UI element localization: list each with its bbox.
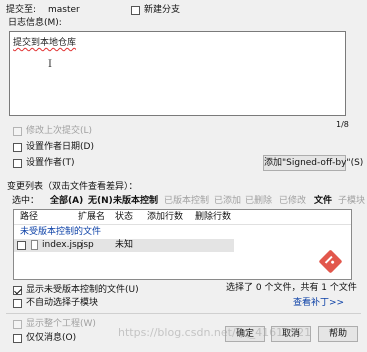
file-list[interactable]: 路径 扩展名 状态 添加行数 删除行数 未受版本控制的文件 index.jsp … [13,209,352,280]
message-only-label: 仅仅消息(O) [26,333,77,343]
amend-checkbox[interactable] [13,127,22,136]
author-label: 设置作者(T) [26,158,75,168]
author-date-checkbox[interactable] [13,143,22,152]
row-status: 未知 [115,240,134,250]
filter-files[interactable]: 文件 [314,196,332,207]
changes-header-label: 变更列表（双击文件查看差异）： [7,182,138,192]
filter-all[interactable]: 全部(A) [50,196,83,207]
filter-none[interactable]: 无(N) [88,196,113,207]
row-path: index.jsp [42,240,83,250]
filter-submodules[interactable]: 子模块 [338,196,365,207]
filter-unversioned[interactable]: 未版本控制 [113,196,158,207]
text-cursor-icon: I [48,59,52,70]
cancel-button[interactable]: 取消 [271,326,311,342]
show-unversioned-checkbox[interactable] [13,286,22,295]
ok-button[interactable]: 确定 [225,326,265,342]
log-message-text: 提交到本地仓库 [13,38,77,48]
footer-separator [6,313,361,314]
table-row[interactable]: index.jsp .jsp 未知 [14,239,234,252]
amend-label: 修改上次提交(L) [26,126,93,136]
filter-modified[interactable]: 已修改 [279,196,306,207]
select-label: 选中： [12,196,40,206]
commit-to-label: 提交至: [6,5,37,15]
selection-status: 选择了 0 个文件，共有 1 个文件 [226,283,357,293]
char-count: 1/8 [336,120,349,129]
message-only-checkbox[interactable] [13,334,22,343]
help-button[interactable]: 帮助 [318,326,358,342]
new-branch-label: 新建分支 [144,5,181,15]
filter-versioned[interactable]: 已版本控制 [164,196,209,207]
no-auto-select-checkbox[interactable] [13,299,22,308]
col-deleted-lines[interactable]: 删除行数 [195,212,231,223]
view-patch-link[interactable]: 查看补丁>> [293,298,344,309]
file-icon [31,240,38,250]
file-list-header: 路径 扩展名 状态 添加行数 删除行数 [14,210,351,225]
col-path[interactable]: 路径 [20,212,38,223]
show-whole-project-checkbox[interactable] [13,320,22,329]
col-extension[interactable]: 扩展名 [78,212,105,223]
col-added-lines[interactable]: 添加行数 [147,212,183,223]
no-auto-select-label: 不自动选择子模块 [26,298,99,308]
col-status[interactable]: 状态 [115,212,133,223]
row-checkbox[interactable] [17,241,26,250]
signed-off-by-button[interactable]: 添加"Signed-off-by"(S) [263,155,363,171]
log-message-editor[interactable]: 提交到本地仓库 I [9,31,346,116]
branch-name: master [48,5,80,15]
author-date-label: 设置作者日期(D) [26,142,94,152]
row-extension: .jsp [78,240,94,250]
show-unversioned-label: 显示未受版本控制的文件(U) [26,285,139,295]
show-whole-project-label: 显示整个工程(W) [26,319,96,329]
log-message-label: 日志信息(M): [8,18,62,28]
filter-deleted[interactable]: 已删除 [245,196,272,207]
unversioned-group-label: 未受版本控制的文件 [20,227,102,237]
new-branch-checkbox[interactable] [131,6,140,15]
filter-added[interactable]: 已添加 [214,196,241,207]
author-checkbox[interactable] [13,159,22,168]
